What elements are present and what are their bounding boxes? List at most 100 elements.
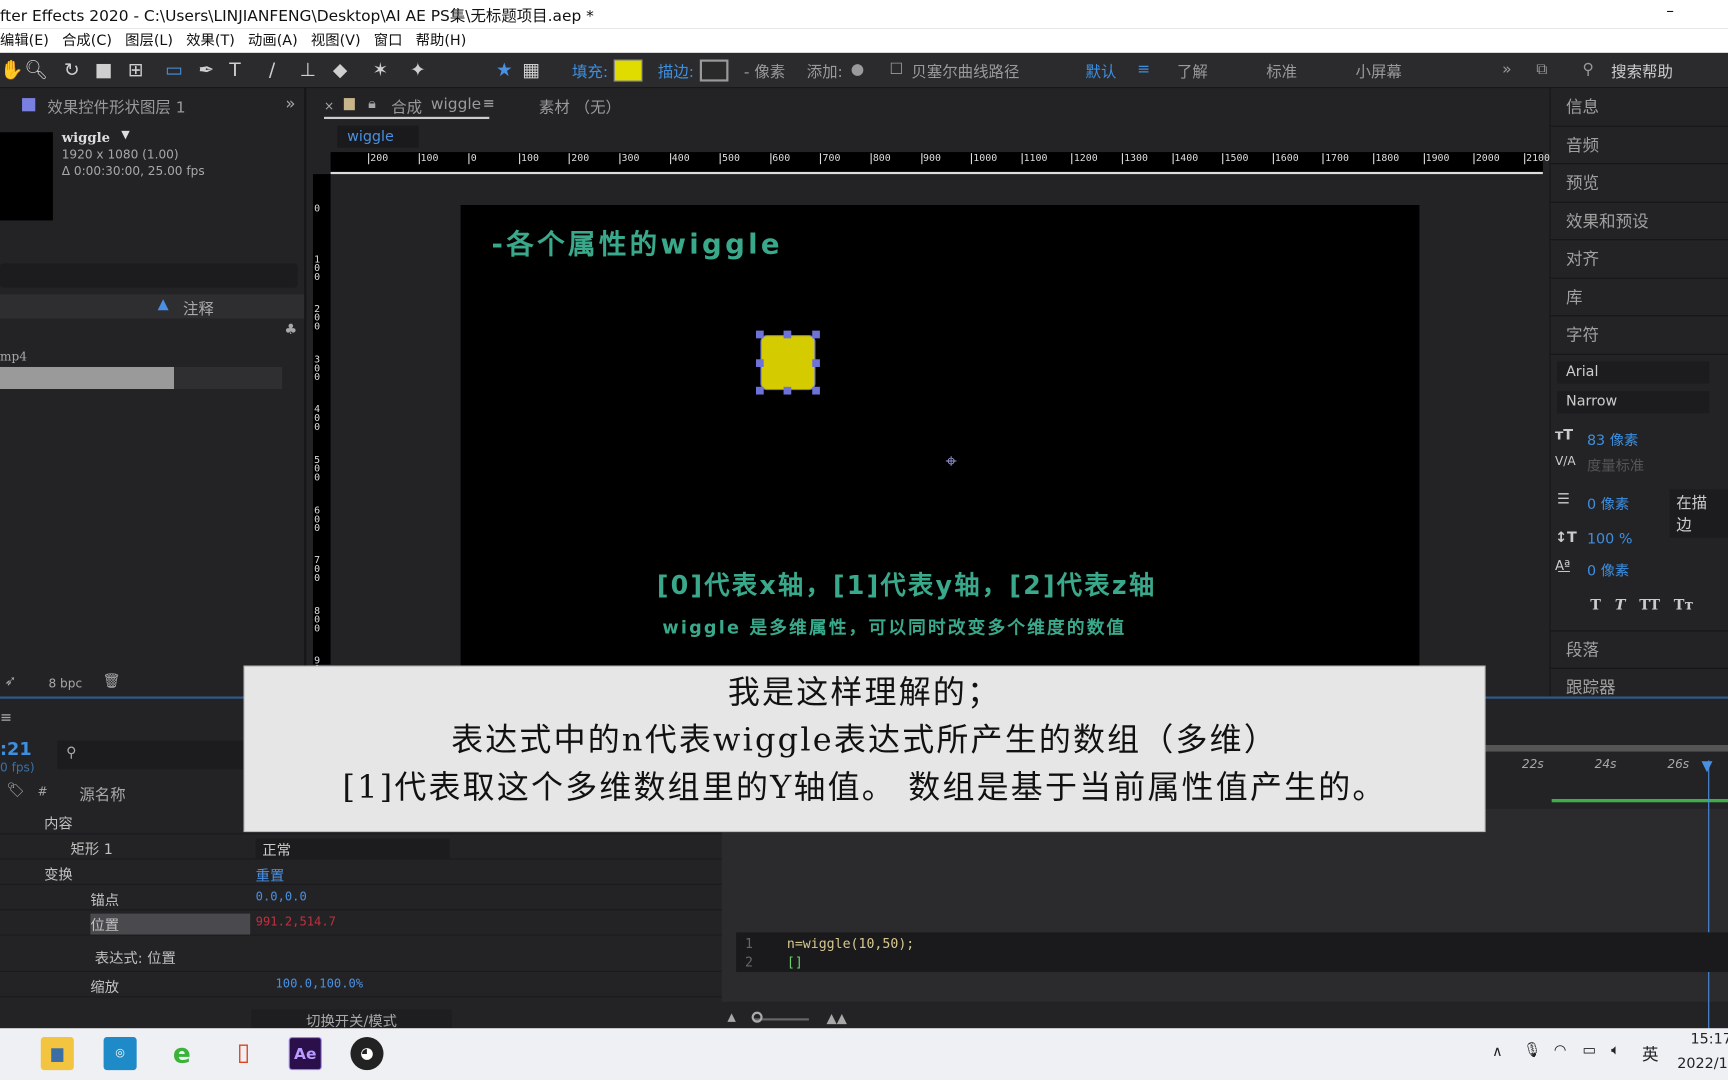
clock-time[interactable]: 15:17 xyxy=(1691,1032,1728,1049)
eraser-tool-icon[interactable]: ◆ xyxy=(333,60,347,82)
clone-stamp-icon[interactable]: ⊥ xyxy=(300,60,316,82)
rotate-tool-icon[interactable]: ↻ xyxy=(64,60,80,82)
comp-canvas[interactable]: -各个属性的wiggle ⌖ [0]代表x轴，[1]代表y轴，[2]代表z轴 w… xyxy=(460,204,1420,668)
stroke-width-value[interactable]: 0 像素 xyxy=(1587,493,1629,514)
property-value[interactable]: 0.0,0.0 xyxy=(256,889,307,903)
property-row[interactable]: 锚点 0.0,0.0 xyxy=(0,885,722,911)
source-name-column[interactable]: 源名称 xyxy=(79,784,125,806)
flowchart-icon[interactable]: ♣ xyxy=(284,322,297,339)
sync-icon[interactable]: ⧉ xyxy=(1536,61,1547,79)
handle[interactable] xyxy=(755,359,764,367)
layer-duration-bar[interactable] xyxy=(1551,798,1728,803)
rectangle-tool-icon[interactable]: ▭ xyxy=(165,60,183,82)
office-icon[interactable]: ▯ xyxy=(227,1037,260,1070)
camera-tool-icon[interactable]: ■ xyxy=(95,60,113,82)
property-row[interactable]: 位置 991.2,514.7 xyxy=(0,910,722,936)
comp-name[interactable]: wiggle xyxy=(62,130,110,145)
menu-item[interactable]: 合成(C) xyxy=(62,33,112,50)
ime-indicator[interactable]: 英 xyxy=(1642,1043,1659,1066)
star-icon[interactable]: ★ xyxy=(496,60,513,82)
close-tab-icon[interactable]: × xyxy=(324,99,334,113)
code-line[interactable]: [] xyxy=(787,954,803,969)
project-item[interactable]: mp4 xyxy=(0,349,27,363)
fill-swatch[interactable] xyxy=(613,59,643,82)
panel-item[interactable]: 预览 xyxy=(1550,164,1728,203)
battery-icon[interactable]: ▭ xyxy=(1583,1043,1597,1060)
more-icon[interactable]: » xyxy=(1502,61,1511,79)
tab-menu-icon[interactable]: ≡ xyxy=(483,96,495,113)
handle[interactable] xyxy=(755,330,764,339)
playhead[interactable] xyxy=(1708,760,1710,1031)
menu-item[interactable]: 图层(L) xyxy=(125,33,173,50)
baseline-shift-value[interactable]: 0 像素 xyxy=(1587,559,1629,580)
vertical-scale-value[interactable]: 100 % xyxy=(1587,531,1633,548)
menu-item[interactable]: 窗口 xyxy=(374,33,403,50)
dropdown-icon[interactable]: ▼ xyxy=(121,129,129,141)
comp-breadcrumb[interactable]: wiggle xyxy=(337,125,419,148)
search-help-input[interactable]: 搜索帮助 xyxy=(1611,61,1673,83)
property-value[interactable]: 100.0,100.0% xyxy=(276,976,364,990)
handle[interactable] xyxy=(812,330,820,339)
vertical-ruler[interactable]: 0100200300400500600700800900 xyxy=(312,174,331,684)
handle[interactable] xyxy=(755,386,764,395)
bpc-label[interactable]: 8 bpc xyxy=(48,677,82,691)
menu-item[interactable]: 视图(V) xyxy=(311,33,361,50)
property-value[interactable]: 正常 xyxy=(255,838,450,860)
panel-item[interactable]: 音频 xyxy=(1550,126,1728,165)
microphone-icon[interactable]: 🎙︎ xyxy=(1523,1043,1541,1060)
bezier-checkbox[interactable]: ☐ xyxy=(889,61,903,79)
font-style-select[interactable]: Narrow xyxy=(1557,391,1710,414)
zoom-out-icon[interactable]: ▲ xyxy=(727,1012,735,1024)
menu-item[interactable]: 帮助(H) xyxy=(416,33,467,50)
project-item-bar[interactable] xyxy=(0,366,175,390)
play-circle-icon[interactable]: ● xyxy=(851,61,864,79)
clock-date[interactable]: 2022/1 xyxy=(1677,1056,1727,1073)
expression-editor[interactable]: 1 n=wiggle(10,50); 2 [] xyxy=(736,932,1728,972)
dell-icon[interactable]: ◎ xyxy=(103,1037,137,1071)
property-row[interactable]: 缩放 100.0,100.0% xyxy=(0,972,722,998)
render-icon[interactable]: ➶ xyxy=(4,673,16,690)
file-explorer-icon[interactable]: ▆ xyxy=(40,1037,74,1071)
workspace-small-screen[interactable]: 小屏幕 xyxy=(1356,61,1402,83)
puppet-pin-icon[interactable]: ✦ xyxy=(410,60,426,82)
font-size-value[interactable]: 83 像素 xyxy=(1587,429,1638,450)
stroke-swatch[interactable] xyxy=(699,59,729,82)
panel-menu-icon[interactable]: » xyxy=(285,94,295,114)
panel-item[interactable]: 对齐 xyxy=(1550,240,1728,279)
zoom-slider-handle[interactable] xyxy=(751,1011,763,1023)
current-time[interactable]: :21 xyxy=(0,738,32,759)
pen-tool-icon[interactable]: ✒ xyxy=(198,60,214,82)
browser-icon[interactable]: e xyxy=(165,1037,198,1070)
workspace-learn[interactable]: 了解 xyxy=(1177,61,1208,83)
stroke-width[interactable]: - 像素 xyxy=(744,61,785,83)
zoom-in-icon[interactable]: ▲▲ xyxy=(827,1011,847,1026)
notes-header[interactable]: ▲ 注释 xyxy=(0,294,305,319)
property-row[interactable]: 表达式: 位置 xyxy=(0,936,722,972)
panel-item[interactable]: 信息 xyxy=(1550,88,1728,127)
property-row[interactable]: 变换 重置 xyxy=(0,860,722,885)
handle[interactable] xyxy=(812,359,820,367)
obs-icon[interactable]: ◕ xyxy=(350,1037,384,1071)
after-effects-icon[interactable]: Ae xyxy=(288,1037,322,1071)
add-button[interactable]: 添加: xyxy=(807,61,843,83)
work-area-bar[interactable] xyxy=(1485,744,1728,752)
brush-tool-icon[interactable]: / xyxy=(269,60,275,82)
checker-icon[interactable]: ▦ xyxy=(522,60,540,82)
comp-tab-name[interactable]: wiggle xyxy=(431,96,481,114)
code-line[interactable]: n=wiggle(10,50); xyxy=(787,936,914,951)
panel-item[interactable]: 库 xyxy=(1550,278,1728,317)
handle[interactable] xyxy=(783,330,792,339)
property-row[interactable]: 矩形 1 正常 xyxy=(0,834,722,860)
panel-paragraph[interactable]: 段落 xyxy=(1550,630,1728,669)
tray-expand-icon[interactable]: ∧ xyxy=(1492,1044,1502,1061)
workspace-default[interactable]: 默认 xyxy=(1086,61,1117,83)
anchor-point-icon[interactable]: ⌖ xyxy=(946,450,957,473)
kerning-value[interactable]: 度量标准 xyxy=(1587,454,1644,475)
handle[interactable] xyxy=(812,386,820,395)
menu-item[interactable]: 编辑(E) xyxy=(0,33,49,50)
timeline-menu-icon[interactable]: ≡ xyxy=(0,710,12,727)
wifi-icon[interactable]: ◠ xyxy=(1554,1043,1567,1060)
timeline-search[interactable]: ⚲ xyxy=(57,740,245,770)
menu-item[interactable]: 动画(A) xyxy=(248,33,298,50)
hand-tool-icon[interactable]: ✋ xyxy=(0,60,23,82)
